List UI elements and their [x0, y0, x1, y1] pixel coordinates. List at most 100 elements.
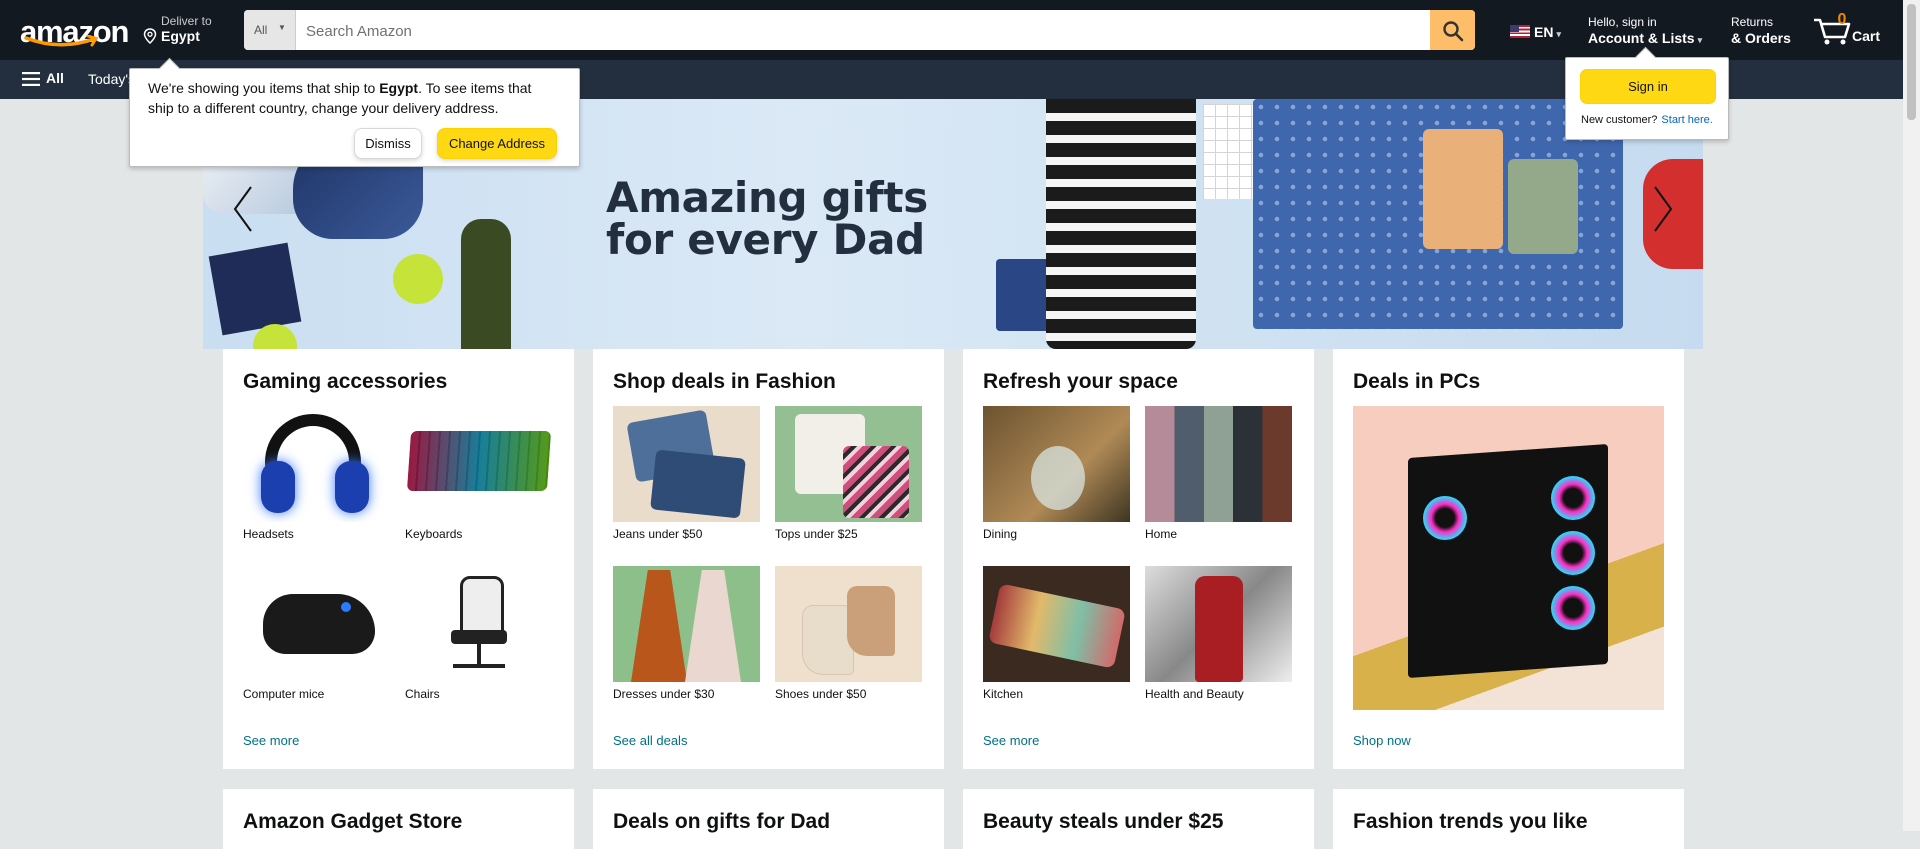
us-flag-icon	[1510, 25, 1530, 38]
tile-dining[interactable]: Dining	[983, 406, 1130, 541]
location-pin-icon	[143, 28, 157, 44]
hero-title-line1: Amazing gifts	[606, 173, 928, 222]
search-input[interactable]	[304, 10, 1408, 50]
headset-image	[243, 406, 390, 522]
coffee-bag-image	[1423, 129, 1503, 249]
cart-button[interactable]: 0 Cart	[1812, 11, 1892, 51]
sign-in-button[interactable]: Sign in	[1580, 69, 1716, 104]
all-menu-button[interactable]: All	[22, 70, 64, 87]
caret-down-icon: ▾	[1556, 29, 1561, 39]
shop-now-link[interactable]: Shop now	[1353, 733, 1411, 748]
card-title: Fashion trends you like	[1353, 810, 1588, 833]
dresses-image	[613, 566, 760, 682]
card-title: Deals in PCs	[1353, 370, 1481, 393]
account-lists-label: Account & Lists	[1588, 30, 1695, 46]
tile-caption: Home	[1145, 527, 1178, 541]
card-title: Shop deals in Fashion	[613, 370, 836, 393]
tile-caption: Dining	[983, 527, 1018, 541]
keyboard-image	[405, 406, 552, 522]
home-image	[1145, 406, 1292, 522]
search-category-dropdown[interactable]: All ▼	[244, 10, 296, 50]
new-customer-text: New customer? Start here.	[1581, 114, 1713, 126]
tile-kitchen[interactable]: Kitchen	[983, 566, 1130, 701]
todays-deals-link[interactable]: Today's	[88, 71, 135, 87]
tile-health-beauty[interactable]: Health and Beauty	[1145, 566, 1292, 701]
water-bottle-image	[461, 219, 511, 349]
search-bar: All ▼	[244, 10, 1475, 50]
search-category-label: All	[254, 23, 268, 37]
card-fashion-trends: Fashion trends you like	[1333, 789, 1684, 849]
search-icon	[1443, 21, 1464, 42]
tile-caption: Dresses under $30	[613, 687, 715, 701]
hamburger-icon	[22, 72, 40, 87]
cart-label: Cart	[1852, 28, 1881, 44]
new-customer-label: New customer?	[1581, 114, 1658, 126]
mug-image	[1508, 159, 1578, 254]
card-gaming-accessories: Gaming accessories Headsets Keyboards Co…	[223, 349, 574, 769]
card-fashion-deals: Shop deals in Fashion Jeans under $50 To…	[593, 349, 944, 769]
shoes-image	[775, 566, 922, 682]
carousel-prev-icon[interactable]	[223, 179, 263, 239]
tile-keyboards[interactable]: Keyboards	[405, 406, 552, 541]
account-greeting: Hello, sign in	[1588, 15, 1657, 29]
tile-caption: Computer mice	[243, 687, 325, 701]
card-title: Amazon Gadget Store	[243, 810, 463, 833]
tile-caption: Tops under $25	[775, 527, 858, 541]
returns-orders[interactable]: Returns & Orders	[1731, 15, 1791, 46]
top-nav: amazon Deliver to Egypt All ▼ EN▾ Hello,…	[0, 0, 1903, 60]
message-country: Egypt	[379, 80, 419, 96]
health-beauty-image	[1145, 566, 1292, 682]
tennis-ball-image	[393, 254, 443, 304]
caret-down-icon: ▼	[278, 23, 286, 32]
cart-count: 0	[1837, 11, 1847, 28]
deliver-label: Deliver to	[161, 14, 212, 28]
gift-box-image	[208, 242, 302, 336]
card-gadget-store: Amazon Gadget Store	[223, 789, 574, 849]
carousel-next-icon[interactable]	[1643, 179, 1683, 239]
card-beauty-steals: Beauty steals under $25	[963, 789, 1314, 849]
see-more-link[interactable]: See more	[243, 733, 299, 748]
delivery-message: We're showing you items that ship to Egy…	[148, 78, 558, 118]
card-title: Gaming accessories	[243, 370, 448, 393]
deliver-country: Egypt	[161, 28, 200, 44]
card-gifts-dad: Deals on gifts for Dad	[593, 789, 944, 849]
chair-image	[405, 566, 552, 682]
language-selector[interactable]: EN ▾	[1510, 24, 1561, 40]
language-code: EN	[1534, 24, 1554, 40]
tile-headsets[interactable]: Headsets	[243, 406, 390, 541]
card-title: Refresh your space	[983, 370, 1178, 393]
card-title: Deals on gifts for Dad	[613, 810, 831, 833]
see-all-deals-link[interactable]: See all deals	[613, 733, 687, 748]
tile-caption: Chairs	[405, 687, 440, 701]
amazon-logo[interactable]: amazon	[18, 10, 129, 50]
delivery-popover: We're showing you items that ship to Egy…	[129, 68, 580, 167]
account-lists[interactable]: Hello, sign in Account & Lists ▾	[1588, 15, 1702, 46]
see-more-link[interactable]: See more	[983, 733, 1039, 748]
tile-dresses[interactable]: Dresses under $30	[613, 566, 760, 701]
tile-tops[interactable]: Tops under $25	[775, 406, 922, 541]
caret-down-icon: ▾	[1697, 35, 1703, 45]
tile-caption: Shoes under $50	[775, 687, 867, 701]
signin-flyout: Sign in New customer? Start here.	[1565, 57, 1729, 140]
tile-caption: Headsets	[243, 527, 294, 541]
dining-image	[983, 406, 1130, 522]
page-scrollbar[interactable]	[1903, 0, 1920, 831]
card-deals-pcs: Deals in PCs Shop now	[1333, 349, 1684, 769]
pc-case-image[interactable]	[1353, 406, 1664, 710]
hero-title: Amazing gifts for every Dad	[606, 177, 928, 261]
tile-jeans[interactable]: Jeans under $50	[613, 406, 760, 541]
tile-caption: Jeans under $50	[613, 527, 703, 541]
kitchen-image	[983, 566, 1130, 682]
search-button[interactable]	[1430, 10, 1475, 50]
jeans-image	[613, 406, 760, 522]
tile-home[interactable]: Home	[1145, 406, 1292, 541]
scrollbar-thumb[interactable]	[1907, 4, 1916, 120]
tile-shoes[interactable]: Shoes under $50	[775, 566, 922, 701]
hero-title-line2: for every Dad	[606, 215, 925, 264]
change-address-button[interactable]: Change Address	[437, 128, 557, 159]
dismiss-button[interactable]: Dismiss	[354, 128, 422, 159]
tops-image	[775, 406, 922, 522]
tile-computer-mice[interactable]: Computer mice	[243, 566, 390, 701]
tile-chairs[interactable]: Chairs	[405, 566, 552, 701]
start-here-link[interactable]: Start here.	[1661, 114, 1712, 126]
